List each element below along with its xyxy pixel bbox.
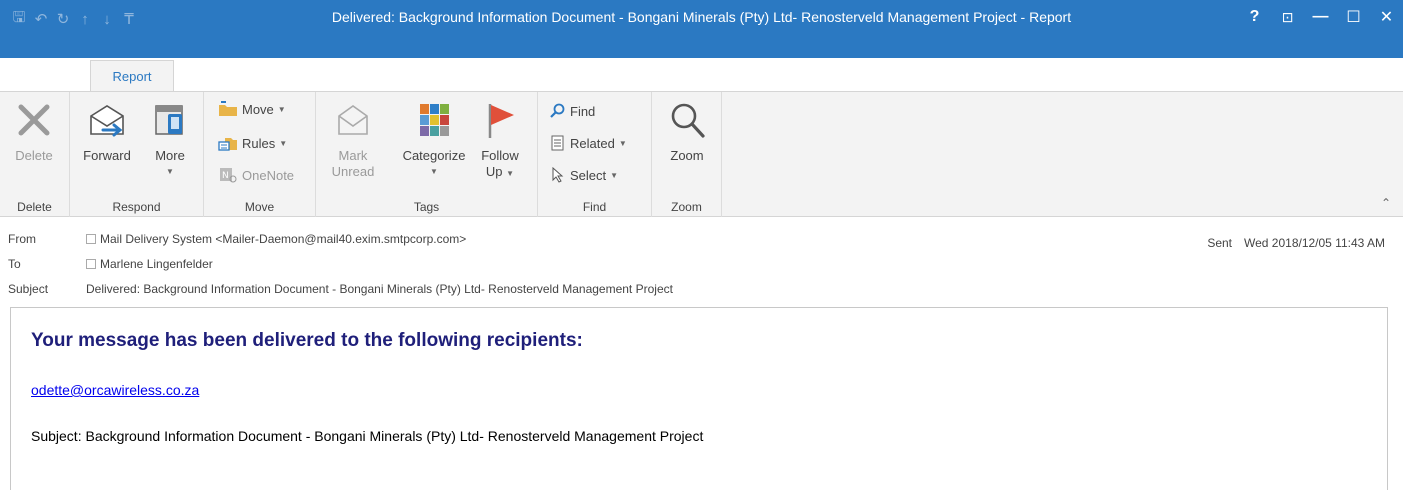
- follow-up-label-1: Follow: [481, 148, 519, 163]
- select-button[interactable]: Select ▼: [550, 164, 618, 186]
- ribbon-group-respond: Forward More ▼ Respond: [70, 92, 204, 217]
- subject-value: Delivered: Background Information Docume…: [86, 282, 673, 296]
- contact-checkbox: [86, 259, 96, 269]
- window-title: Delivered: Background Information Docume…: [331, 9, 1072, 25]
- group-label-delete: Delete: [17, 200, 52, 214]
- group-label-respond: Respond: [112, 200, 161, 214]
- subject-row: Subject Delivered: Background Informatio…: [0, 278, 1000, 300]
- ribbon-group-zoom: Zoom Zoom: [652, 92, 722, 217]
- find-icon: [550, 103, 565, 118]
- maximize-button[interactable]: ☐: [1337, 0, 1370, 34]
- follow-up-button[interactable]: Follow Up ▼: [476, 98, 524, 182]
- onenote-button[interactable]: N OneNote: [218, 164, 294, 186]
- select-caret: ▼: [610, 170, 619, 180]
- tab-file[interactable]: File: [0, 58, 60, 92]
- related-icon: [551, 135, 564, 151]
- from-address: Mail Delivery System <Mailer-Daemon@mail…: [100, 232, 467, 246]
- mark-unread-label-1: Mark: [338, 148, 368, 163]
- to-label: To: [8, 257, 21, 271]
- move-button[interactable]: Move ▼: [218, 98, 286, 120]
- mark-unread-icon: [333, 98, 373, 142]
- sent-label: Sent: [1207, 236, 1232, 250]
- move-folder-icon: [219, 101, 237, 116]
- from-label: From: [8, 232, 36, 246]
- move-label: Move: [242, 101, 274, 117]
- from-value[interactable]: Mail Delivery System <Mailer-Daemon@mail…: [86, 232, 466, 246]
- rules-label: Rules: [242, 135, 276, 151]
- to-address: Marlene Lingenfelder: [100, 257, 213, 271]
- to-row: To Marlene Lingenfelder: [0, 253, 1000, 275]
- rules-caret: ▼: [279, 138, 288, 148]
- categorize-button[interactable]: Categorize ▼: [394, 98, 474, 180]
- find-label: Find: [570, 103, 596, 119]
- mark-unread-label-2: Unread: [331, 164, 375, 179]
- delivered-subject: Subject: Background Information Document…: [31, 428, 704, 444]
- zoom-label: Zoom: [670, 148, 704, 163]
- ribbon-group-find: Find Related ▼ Select ▼ Find: [538, 92, 652, 217]
- categorize-icon: [414, 98, 454, 142]
- sent-value: Wed 2018/12/05 11:43 AM: [1244, 236, 1385, 250]
- delete-label: Delete: [15, 148, 53, 163]
- subject-label: Subject: [8, 282, 49, 296]
- related-caret: ▼: [618, 138, 627, 148]
- forward-icon: [87, 98, 127, 142]
- tab-report[interactable]: Report: [90, 60, 174, 92]
- onenote-label: OneNote: [242, 167, 295, 183]
- collapse-ribbon-icon[interactable]: ⌃: [1381, 196, 1391, 210]
- onenote-icon: N: [220, 168, 237, 183]
- move-caret: ▼: [277, 104, 286, 114]
- title-bar: 🖫 ↶ ↻ ↑ ↓ ₸ Delivered: Background Inform…: [0, 0, 1403, 58]
- select-label: Select: [570, 167, 607, 183]
- zoom-button[interactable]: Zoom: [662, 98, 712, 164]
- mark-unread-button[interactable]: Mark Unread: [330, 98, 376, 180]
- more-respond-button[interactable]: More ▼: [146, 98, 194, 180]
- forward-label: Forward: [83, 148, 131, 163]
- forward-button[interactable]: Forward: [76, 98, 138, 164]
- ribbon: Delete Delete Forward More ▼ Respond Mov…: [0, 91, 1403, 217]
- categorize-label: Categorize: [402, 148, 466, 163]
- contact-checkbox: [86, 234, 96, 244]
- ribbon-group-delete: Delete Delete: [0, 92, 70, 217]
- zoom-icon: [667, 98, 707, 142]
- window-controls: ? ⊡ — ☐ ✕: [1238, 0, 1403, 34]
- categorize-caret: ▼: [430, 167, 438, 176]
- to-value[interactable]: Marlene Lingenfelder: [86, 257, 213, 271]
- more-respond-icon: [150, 98, 190, 142]
- recipient-link[interactable]: odette@orcawireless.co.za: [31, 382, 199, 398]
- rules-icon: [218, 138, 237, 151]
- group-label-zoom: Zoom: [671, 200, 702, 214]
- sent-info: Sent Wed 2018/12/05 11:43 AM: [1207, 236, 1385, 250]
- help-button[interactable]: ?: [1238, 0, 1271, 34]
- related-button[interactable]: Related ▼: [550, 132, 627, 154]
- rules-button[interactable]: Rules ▼: [218, 132, 287, 154]
- message-header: From Mail Delivery System <Mailer-Daemon…: [0, 218, 1403, 306]
- svg-text:N: N: [222, 171, 229, 181]
- close-button[interactable]: ✕: [1370, 0, 1403, 34]
- ribbon-display-options-button[interactable]: ⊡: [1271, 0, 1304, 34]
- ribbon-group-move: Move ▼ Rules ▼ N OneNote Move: [204, 92, 316, 217]
- more-caret: ▼: [166, 167, 174, 176]
- find-button[interactable]: Find: [550, 100, 595, 122]
- cursor-icon: [552, 167, 564, 183]
- more-label: More: [155, 148, 185, 163]
- delete-icon: [14, 98, 54, 142]
- flag-icon: [480, 98, 520, 142]
- minimize-button[interactable]: —: [1304, 0, 1337, 34]
- follow-up-caret: ▼: [506, 169, 515, 178]
- message-body[interactable]: Your message has been delivered to the f…: [10, 307, 1388, 490]
- group-label-tags: Tags: [413, 200, 440, 214]
- related-label: Related: [570, 135, 615, 151]
- follow-up-label-2: Up: [485, 164, 503, 179]
- group-label-find: Find: [582, 200, 607, 214]
- delete-button[interactable]: Delete: [6, 98, 62, 164]
- from-row: From Mail Delivery System <Mailer-Daemon…: [0, 228, 1000, 250]
- delivery-heading: Your message has been delivered to the f…: [31, 330, 583, 351]
- ribbon-group-tags: Mark Unread Categorize ▼ Follow Up ▼ Tag…: [316, 92, 538, 217]
- group-label-move: Move: [244, 200, 275, 214]
